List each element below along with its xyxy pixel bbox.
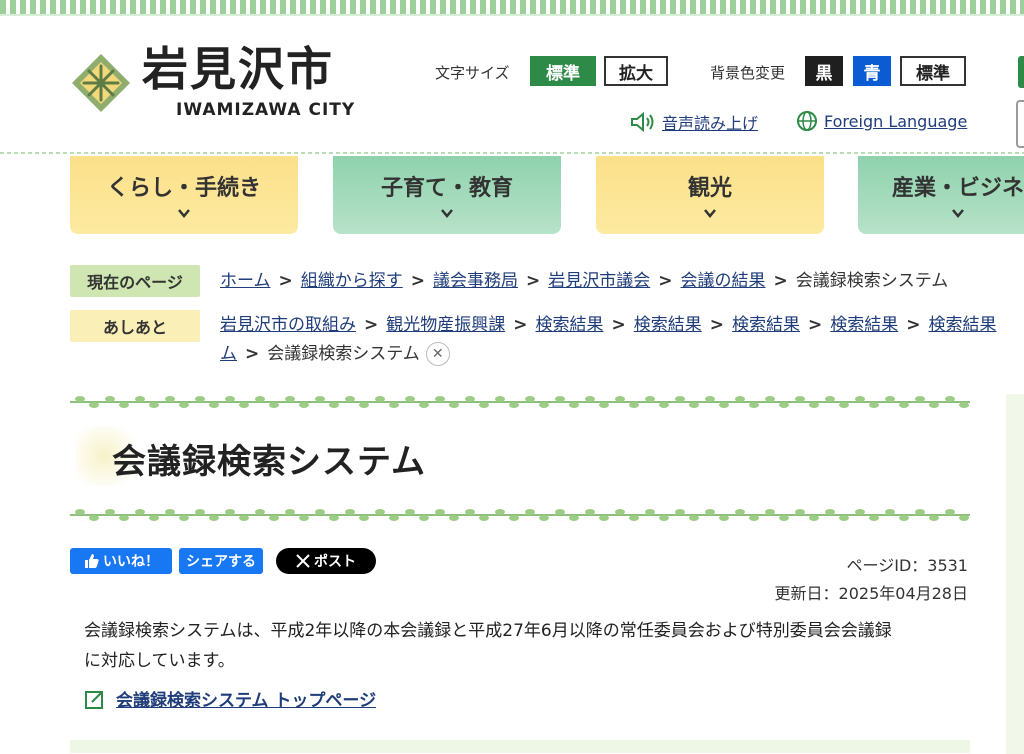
chevron-down-icon — [178, 209, 190, 218]
globe-icon — [797, 111, 817, 131]
search-tab-edge[interactable] — [1018, 56, 1024, 88]
nav-item-label: 子育て・教育 — [380, 176, 513, 201]
speaker-icon — [631, 112, 654, 132]
trail-current: 会議録検索システム — [267, 344, 420, 364]
x-logo-icon — [296, 554, 310, 568]
city-name-english: IWAMIZAWA CITY — [176, 100, 356, 120]
foreign-language-label: Foreign Language — [824, 111, 968, 131]
nav-item-label: くらし・手続き — [106, 176, 261, 201]
x-post-button[interactable]: ポスト — [276, 548, 376, 574]
font-size-label: 文字サイズ — [435, 64, 510, 82]
trail-link[interactable]: 検索結果 — [536, 315, 604, 335]
updated-date: 更新日：2025年04月28日 — [774, 584, 968, 603]
breadcrumb: ホーム > 組織から探す > 議会事務局 > 岩見沢市議会 > 会議の結果 > 会議録検索システム — [220, 271, 949, 291]
nav-item-label: 産業・ビジネ — [891, 176, 1024, 201]
vine-divider-bottom — [70, 509, 970, 521]
nav-item-tourism[interactable]: 観光 — [596, 156, 824, 234]
system-top-page-label: 会議録検索システム トップページ — [116, 691, 377, 711]
top-decorative-border — [0, 0, 1024, 16]
chevron-down-icon — [704, 209, 716, 218]
breadcrumb-link[interactable]: 岩見沢市議会 — [548, 271, 650, 291]
header-divider — [0, 152, 1024, 154]
breadcrumb-link[interactable]: 議会事務局 — [433, 271, 518, 291]
breadcrumb-link[interactable]: 組織から探す — [301, 271, 403, 291]
nav-item-childcare[interactable]: 子育て・教育 — [333, 156, 561, 234]
thumbs-up-icon — [85, 554, 99, 568]
foreign-language-link[interactable]: Foreign Language — [796, 110, 967, 132]
trail-link[interactable]: 検索結果 — [830, 315, 898, 335]
trail-link[interactable]: 検索結果 — [929, 315, 997, 335]
nav-item-living[interactable]: くらし・手続き — [70, 156, 298, 234]
trail-link[interactable]: 検索結果 — [634, 315, 702, 335]
vine-divider-top — [70, 396, 970, 408]
content-bottom-panel — [70, 740, 970, 753]
page-title: 会議録検索システム — [112, 442, 426, 482]
chevron-down-icon — [441, 209, 453, 218]
bg-standard-button[interactable]: 標準 — [900, 56, 966, 86]
nav-item-industry[interactable]: 産業・ビジネ — [858, 156, 1024, 234]
page-id: ページID：3531 — [846, 556, 968, 575]
font-size-standard-button[interactable]: 標準 — [530, 56, 596, 86]
trail-link[interactable]: 観光物産振興課 — [386, 315, 505, 335]
city-name-title[interactable]: 岩見沢市 — [142, 46, 334, 92]
history-trail-label: あしあと — [70, 310, 200, 342]
current-page-label: 現在のページ — [70, 265, 200, 297]
chevron-down-icon — [952, 209, 964, 218]
facebook-share-button[interactable]: シェアする — [179, 548, 263, 574]
external-link-icon — [85, 690, 103, 709]
bg-color-label: 背景色変更 — [710, 64, 786, 82]
sidebar-edge — [1006, 394, 1024, 754]
bg-black-button[interactable]: 黒 — [805, 56, 843, 86]
breadcrumb-link[interactable]: 会議の結果 — [681, 271, 766, 291]
x-post-label: ポスト — [314, 554, 356, 570]
history-trail: 岩見沢市の取組み > 観光物産振興課 > 検索結果 > 検索結果 > 検索結果 > 検索結果 > 検索結… — [220, 315, 997, 335]
text-to-speech-label: 音声読み上げ — [662, 114, 759, 133]
nav-item-label: 観光 — [687, 176, 732, 201]
history-trail-wrap: ム > 会議録検索システム ✕ — [220, 340, 450, 368]
body-paragraph: 会議録検索システムは、平成2年以降の本会議録と平成27年6月以降の常任委員会およ… — [84, 616, 974, 676]
breadcrumb-current: 会議録検索システム — [795, 271, 949, 291]
like-label: いいね！ — [103, 554, 159, 570]
system-top-page-link[interactable]: 会議録検索システム トップページ — [84, 686, 376, 711]
breadcrumb-link[interactable]: ホーム — [220, 271, 271, 291]
trail-link[interactable]: ム — [220, 344, 237, 364]
close-icon[interactable]: ✕ — [425, 342, 450, 366]
body-line: 会議録検索システムは、平成2年以降の本会議録と平成27年6月以降の常任委員会およ… — [84, 621, 892, 641]
site-header: 岩見沢市 IWAMIZAWA CITY 文字サイズ 標準 拡大 背景色変更 黒 … — [0, 16, 1024, 152]
global-nav: くらし・手続き 子育て・教育 観光 産業・ビジネ — [0, 156, 1024, 234]
bg-blue-button[interactable]: 青 — [853, 56, 891, 86]
trail-link[interactable]: 岩見沢市の取組み — [220, 315, 356, 335]
body-line: に対応しています。 — [84, 651, 235, 671]
trail-link[interactable]: 検索結果 — [732, 315, 800, 335]
search-box-edge[interactable] — [1016, 100, 1024, 148]
text-to-speech-link[interactable]: 音声読み上げ — [630, 110, 758, 134]
font-size-large-button[interactable]: 拡大 — [604, 56, 668, 86]
facebook-like-button[interactable]: いいね！ — [70, 548, 172, 574]
city-emblem-icon — [72, 54, 130, 112]
